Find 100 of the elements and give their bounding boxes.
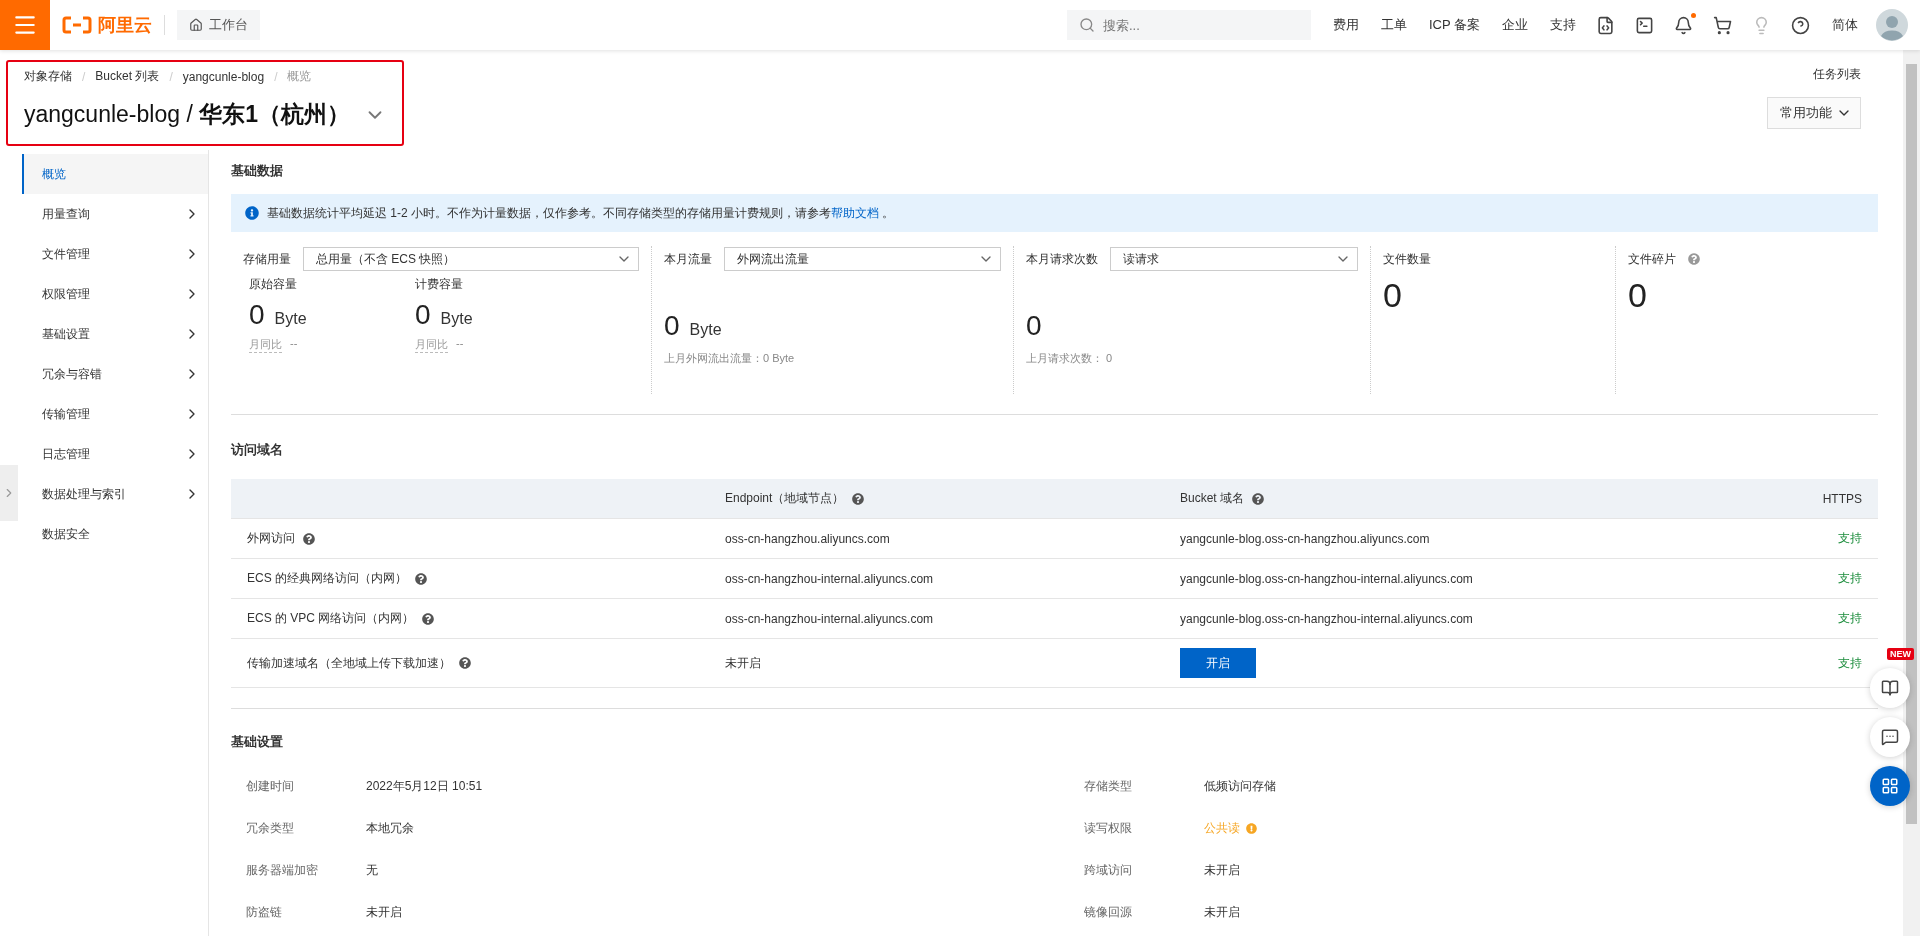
sidebar-item[interactable]: 冗余与容错 [22,354,208,394]
help-icon[interactable] [852,492,865,505]
chat-icon [1881,728,1899,746]
logo-icon [62,16,92,34]
stat-value: 0 [1383,276,1402,315]
task-list-link[interactable]: 任务列表 [1813,66,1861,83]
column-header: Endpoint（地域节点） [725,490,1180,507]
column-header: HTTPS [1821,491,1862,506]
metric-value: 0 [249,299,265,331]
help-icon[interactable] [1791,15,1810,35]
stat-footnote: 上月外网流出流量：0 Byte [664,352,795,364]
setting-value: 无 [366,861,378,879]
sidebar-item[interactable]: 基础设置 [22,314,208,354]
metric-unit: Byte [440,310,473,328]
terminal-icon[interactable] [1635,15,1654,35]
breadcrumb-separator: / [274,69,278,84]
table-cell-text: oss-cn-hangzhou-internal.aliyuncs.com [725,571,935,586]
help-icon[interactable] [422,612,435,625]
nav-link[interactable]: 费用 [1332,16,1359,34]
language-link[interactable]: 简体 [1832,16,1858,34]
sidebar-item[interactable]: 传输管理 [22,394,208,434]
workbench-button[interactable]: 工作台 [177,10,260,40]
breadcrumb-link[interactable]: Bucket 列表 [95,68,160,85]
table-cell-text: 支持 [1837,570,1862,587]
setting-value: 2022年5月12日 10:51 [366,777,483,795]
table-cell-text: yangcunle-blog.oss-cn-hangzhou-internal.aliyuncs.com [1180,611,1474,626]
cart-icon[interactable] [1713,15,1732,35]
table-cell-text: oss-cn-hangzhou.aliyuncs.com [725,531,891,546]
section-title: 基础数据 [231,162,284,180]
metric-value: 0 [415,299,431,331]
compare-value: -- [456,337,464,351]
table-cell-text: yangcunle-blog.oss-cn-hangzhou-internal.aliyuncs.com [1180,571,1474,586]
compare-label: 月同比 [415,337,448,353]
bell-icon[interactable] [1674,15,1693,35]
nav-link[interactable]: ICP 备案 [1428,16,1480,34]
nav-link[interactable]: 支持 [1550,16,1576,34]
setting-label: 读写权限 [1084,819,1133,837]
nav-link[interactable]: 企业 [1502,16,1528,34]
stat-select[interactable]: 读请求 [1110,247,1358,271]
table-cell: 外网访问 [247,530,725,547]
code-file-icon[interactable] [1596,15,1615,35]
breadcrumb-link[interactable]: yangcunle-blog [182,69,265,84]
setting-label: 存储类型 [1084,777,1133,795]
section-title: 基础设置 [231,733,284,751]
table-cell: ECS 的经典网络访问（内网） [247,570,725,587]
setting-value: 未开启 [1204,903,1240,921]
apps-button[interactable] [1870,766,1910,806]
setting-label: 防盗链 [246,903,283,921]
setting-label: 跨域访问 [1084,861,1133,879]
book-icon [1881,679,1899,697]
nav-link[interactable]: 工单 [1380,16,1407,34]
sidebar-item[interactable]: 文件管理 [22,234,208,274]
sidebar-item[interactable]: 概览 [22,154,208,194]
sidebar-item[interactable]: 权限管理 [22,274,208,314]
setting-label: 创建时间 [246,777,295,795]
breadcrumb-link[interactable]: 对象存储 [24,68,72,85]
sidebar-item[interactable]: 数据安全 [22,514,208,554]
stat-label: 本月请求次数 [1026,250,1098,268]
setting-value: 公共读 [1204,819,1240,837]
stat-label: 文件数量 [1383,250,1431,268]
new-badge: NEW [1887,648,1914,660]
stat-select[interactable]: 总用量（不含 ECS 快照） [303,247,639,271]
table-cell-text: yangcunle-blog.oss-cn-hangzhou.aliyuncs.com [1180,531,1431,546]
metric-unit: Byte [274,310,307,328]
home-icon [189,18,203,32]
stat-select[interactable]: 外网流出流量 [724,247,1001,271]
section-title: 访问域名 [231,441,284,459]
table-cell: 传输加速域名（全地域上传下载加速） [247,654,725,672]
search-field[interactable]: 搜索... [1066,10,1311,40]
table-cell-text: 支持 [1837,610,1862,627]
table-cell-text: 未开启 [725,654,762,672]
logo-text: 阿里云 [98,14,152,37]
setting-value: 未开启 [366,903,402,921]
column-header: Bucket 域名 [1180,490,1742,507]
sidebar-item[interactable]: 数据处理与索引 [22,474,208,514]
page-title: yangcunle-blog / 华东1（杭州） [24,100,350,129]
stat-value: 0 [664,310,680,342]
help-doc-link[interactable]: 帮助文档 [831,205,879,220]
stat-label: 存储用量 [243,250,291,268]
compare-value: -- [290,337,298,351]
sidebar-item[interactable]: 用量查询 [22,194,208,234]
table-cell: ECS 的 VPC 网络访问（内网） [247,610,725,627]
search-icon [1078,17,1095,33]
avatar[interactable] [1876,9,1908,41]
setting-value: 低频访问存储 [1204,777,1276,795]
sidebar-item[interactable]: 日志管理 [22,434,208,474]
stat-value: 0 [1026,310,1042,342]
setting-label: 服务器端加密 [246,861,319,879]
help-icon[interactable] [415,572,427,585]
chat-button[interactable] [1870,717,1910,757]
warning-icon [1246,822,1257,834]
help-icon[interactable] [1252,492,1265,505]
help-icon[interactable] [459,657,471,669]
metric-label: 原始容量 [249,276,298,293]
breadcrumb-separator: / [82,69,86,84]
menu-button[interactable] [0,0,50,50]
table-cell-text: 支持 [1837,530,1862,547]
help-icon[interactable] [303,532,315,545]
enable-button[interactable]: 开启 [1180,648,1256,678]
common-functions-button[interactable]: 常用功能 [1767,97,1861,129]
